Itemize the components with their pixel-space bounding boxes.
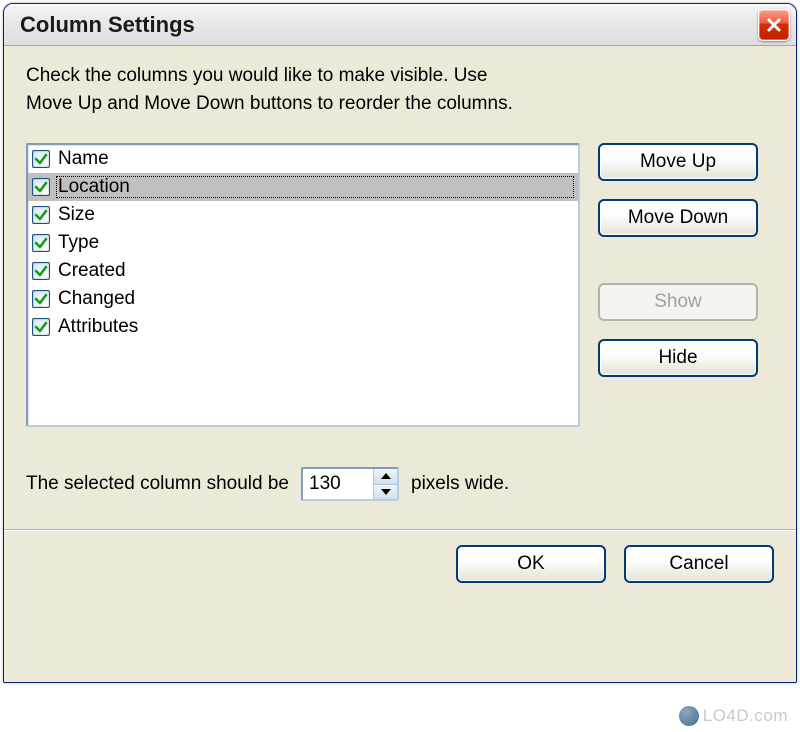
titlebar[interactable]: Column Settings <box>4 4 796 46</box>
list-item-label: Location <box>56 176 574 198</box>
window-title: Column Settings <box>20 12 758 38</box>
spin-buttons <box>373 469 397 499</box>
chevron-down-icon <box>381 489 391 495</box>
move-down-button[interactable]: Move Down <box>598 199 758 237</box>
width-spinbox[interactable] <box>301 467 399 501</box>
instructions-line2: Move Up and Move Down buttons to reorder… <box>26 93 513 114</box>
globe-icon <box>679 706 699 726</box>
list-item-label: Changed <box>56 288 137 310</box>
checkbox[interactable] <box>32 290 50 308</box>
check-icon <box>34 292 48 306</box>
cancel-button[interactable]: Cancel <box>624 545 774 583</box>
chevron-up-icon <box>381 473 391 479</box>
width-prefix-label: The selected column should be <box>26 473 289 495</box>
watermark: LO4D.com <box>679 706 788 726</box>
list-item[interactable]: Location <box>28 173 578 201</box>
list-item[interactable]: Type <box>28 229 578 257</box>
button-spacer <box>598 255 758 265</box>
dialog-window: Column Settings Check the columns you wo… <box>3 3 797 683</box>
list-item[interactable]: Name <box>28 145 578 173</box>
check-icon <box>34 236 48 250</box>
button-column: Move Up Move Down Show Hide <box>598 143 758 427</box>
checkbox[interactable] <box>32 318 50 336</box>
check-icon <box>34 264 48 278</box>
check-icon <box>34 180 48 194</box>
checkbox[interactable] <box>32 206 50 224</box>
instructions-text: Check the columns you would like to make… <box>26 62 774 117</box>
width-suffix-label: pixels wide. <box>411 473 509 495</box>
watermark-text: LO4D.com <box>703 706 788 726</box>
instructions-line1: Check the columns you would like to make… <box>26 65 487 86</box>
move-up-button[interactable]: Move Up <box>598 143 758 181</box>
close-icon <box>766 17 782 33</box>
client-area: Check the columns you would like to make… <box>4 46 796 531</box>
columns-listbox[interactable]: Name Location Size Type Created Changed Attrib… <box>26 143 580 427</box>
list-item[interactable]: Created <box>28 257 578 285</box>
check-icon <box>34 152 48 166</box>
middle-row: Name Location Size Type Created Changed Attrib… <box>26 143 774 427</box>
checkbox[interactable] <box>32 150 50 168</box>
list-item-label: Size <box>56 204 97 226</box>
width-row: The selected column should be pixels wid… <box>26 467 774 501</box>
dialog-footer: OK Cancel <box>4 531 796 599</box>
ok-button[interactable]: OK <box>456 545 606 583</box>
check-icon <box>34 320 48 334</box>
list-item-label: Created <box>56 260 128 282</box>
list-item[interactable]: Attributes <box>28 313 578 341</box>
show-button: Show <box>598 283 758 321</box>
check-icon <box>34 208 48 222</box>
list-item-label: Attributes <box>56 316 140 338</box>
spin-up-button[interactable] <box>374 469 397 485</box>
spin-down-button[interactable] <box>374 485 397 500</box>
list-item-label: Name <box>56 148 111 170</box>
list-item-label: Type <box>56 232 101 254</box>
close-button[interactable] <box>758 9 790 41</box>
list-item[interactable]: Changed <box>28 285 578 313</box>
checkbox[interactable] <box>32 234 50 252</box>
list-item[interactable]: Size <box>28 201 578 229</box>
width-input[interactable] <box>303 469 373 499</box>
checkbox[interactable] <box>32 262 50 280</box>
hide-button[interactable]: Hide <box>598 339 758 377</box>
checkbox[interactable] <box>32 178 50 196</box>
